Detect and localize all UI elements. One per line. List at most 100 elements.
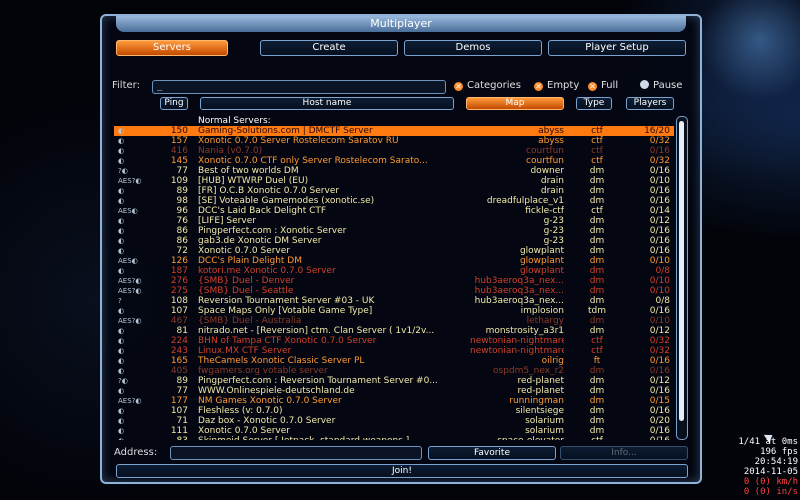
favorite-button[interactable]: Favorite bbox=[428, 446, 556, 460]
server-type: tdm bbox=[587, 306, 606, 316]
table-row[interactable]: ◐ 71 Daz box - Xonotic 0.7.0 Server solariu… bbox=[114, 416, 674, 426]
server-players: 0/10 bbox=[649, 316, 670, 326]
server-host-name: TheCamels Xonotic Classic Server PL bbox=[198, 356, 365, 366]
server-flags-icon: ◐ bbox=[118, 387, 125, 395]
server-flags-icon: ◐ bbox=[118, 237, 125, 245]
table-row[interactable]: ◐ 405 fwgamers.org votable server ospdm5_ne… bbox=[114, 366, 674, 376]
hud-line: 0 (0) km/h bbox=[743, 477, 798, 487]
multiplayer-window: Multiplayer Servers Create Demos Player … bbox=[100, 14, 702, 484]
server-flags-icon: ◐ bbox=[118, 357, 125, 365]
table-row[interactable]: AES◐ 126 DCC's Plain Delight DM glowplant dm… bbox=[114, 256, 674, 266]
server-type: ctf bbox=[572, 436, 622, 440]
table-row[interactable]: ◐ 165 TheCamels Xonotic Classic Server PL o… bbox=[114, 356, 674, 366]
server-map: courtfun bbox=[526, 146, 564, 156]
table-row[interactable]: AES?◐ 276 {SMB} Duel - Denver hub3aeroq3a_n… bbox=[114, 276, 674, 286]
server-flags-icon: ◐ bbox=[118, 267, 125, 275]
table-row[interactable]: AES?◐ 275 {SMB} Duel - Seattle hub3aeroq3a_… bbox=[114, 286, 674, 296]
table-row[interactable]: ?◐ 77 Best of two worlds DM downer dm 0/16 bbox=[114, 166, 674, 176]
server-map: hub3aeroq3a_nex... bbox=[474, 286, 564, 296]
server-host-name: DCC's Laid Back Delight CTF bbox=[198, 206, 327, 216]
tab-demos[interactable]: Demos bbox=[404, 40, 542, 56]
server-type: dm bbox=[589, 266, 605, 276]
column-host-name[interactable]: Host name bbox=[200, 97, 454, 110]
table-row[interactable]: ?◐ 89 Pingperfect.com : Reversion Tourname… bbox=[114, 376, 674, 386]
table-row[interactable]: ◐ 76 [LIFE] Server g-23 dm 0/12 bbox=[114, 216, 674, 226]
pause-checkbox[interactable]: Pause bbox=[640, 80, 682, 92]
checkbox-checked-icon: ✕ bbox=[534, 82, 543, 91]
table-row[interactable]: ◐ 111 Xonotic 0.7.0 Server solarium dm 0/16 bbox=[114, 426, 674, 436]
table-row[interactable]: ◐ 145 Xonotic 0.7.0 CTF only Server Rostel… bbox=[114, 156, 674, 166]
column-ping[interactable]: Ping bbox=[160, 97, 188, 110]
address-label: Address: bbox=[114, 447, 158, 458]
server-flags-icon: AES◐ bbox=[118, 207, 138, 215]
table-row[interactable]: AES?◐ 109 [HUB] WTWRP Duel (EU) drain dm 0/10 bbox=[114, 176, 674, 186]
table-row[interactable]: ◐ 107 Fleshless (v: 0.7.0) silentsiege dm 0/1… bbox=[114, 406, 674, 416]
table-row[interactable]: ◐ 77 WWW.Onlinespiele-deutschland.de red-pl… bbox=[114, 386, 674, 396]
server-type: dm bbox=[589, 316, 605, 326]
table-row[interactable]: AES◐ 96 DCC's Laid Back Delight CTF fickle-… bbox=[114, 206, 674, 216]
server-ping: 416 bbox=[170, 146, 188, 156]
table-row[interactable]: ◐ 107 Space Maps Only [Votable Game Type] i… bbox=[114, 306, 674, 316]
server-map: glowplant bbox=[519, 246, 564, 256]
table-row[interactable]: ◐ 72 Xonotic 0.7.0 Server glowplant dm 0/16 bbox=[114, 246, 674, 256]
table-row[interactable]: ◐83 Skinmeid Server [ Jetpack, standard w… bbox=[114, 436, 674, 440]
empty-checkbox[interactable]: ✕ Empty bbox=[534, 80, 579, 92]
scrollbar[interactable] bbox=[676, 116, 688, 440]
server-host-name: Xonotic 0.7.0 Server bbox=[198, 426, 290, 436]
server-ping: 81 bbox=[176, 326, 188, 336]
server-type: dm bbox=[589, 256, 605, 266]
server-map: oilrig bbox=[541, 356, 564, 366]
table-row[interactable]: ◐ 157 Xonotic 0.7.0 Server Rostelecom Sara… bbox=[114, 136, 674, 146]
server-players: 0/10 bbox=[649, 286, 670, 296]
server-list[interactable]: ◐ 150 Gaming-Solutions.com | DMCTF Server a… bbox=[114, 126, 674, 440]
join-button[interactable]: Join! bbox=[116, 464, 688, 478]
server-host-name: DCC's Plain Delight DM bbox=[198, 256, 303, 266]
server-ping: 276 bbox=[170, 276, 188, 286]
table-row[interactable]: AES?◐ 177 NM Games Xonotic 0.7.0 Server run… bbox=[114, 396, 674, 406]
table-row[interactable]: ◐ 187 kotori.me Xonotic 0.7.0 Server glowpl… bbox=[114, 266, 674, 276]
table-row[interactable]: ◐ 86 Pingperfect.com : Xonotic Server g-23 d… bbox=[114, 226, 674, 236]
table-row[interactable]: ◐ 243 Linux.MX CTF Server newtonian-nightma… bbox=[114, 346, 674, 356]
server-type: dm bbox=[589, 386, 605, 396]
server-players: 0/12 bbox=[649, 326, 670, 336]
server-type: dm bbox=[589, 276, 605, 286]
server-flags-icon: ◐ bbox=[118, 427, 125, 435]
info-button[interactable]: Info... bbox=[560, 446, 688, 460]
server-type: dm bbox=[589, 286, 605, 296]
server-flags-icon: AES◐ bbox=[118, 257, 138, 265]
tab-player-setup[interactable]: Player Setup bbox=[548, 40, 686, 56]
server-players: 0/16 bbox=[649, 246, 670, 256]
table-row[interactable]: AES?◐ 467 {SMB} Duel - Australia lethargy dm… bbox=[114, 316, 674, 326]
server-map: abyss bbox=[538, 136, 564, 146]
table-row[interactable]: ◐ 89 [FR] O.C.B Xonotic 0.7.0 Server drain d… bbox=[114, 186, 674, 196]
table-row[interactable]: ◐ 224 BHN of Tampa CTF Xonotic 0.7.0 Serve… bbox=[114, 336, 674, 346]
tab-servers[interactable]: Servers bbox=[116, 40, 228, 56]
table-row[interactable]: ? 108 Reversion Tournament Server #03 - UK… bbox=[114, 296, 674, 306]
table-row[interactable]: ◐ 86 gab3.de Xonotic DM Server g-23 dm 0/16 bbox=[114, 236, 674, 246]
server-type: ctf bbox=[591, 146, 603, 156]
column-players[interactable]: Players bbox=[626, 97, 674, 110]
table-row[interactable]: ◐ 81 nitrado.net - [Reversion] ctm. Clan S… bbox=[114, 326, 674, 336]
column-type[interactable]: Type bbox=[576, 97, 612, 110]
server-host-name: BHN of Tampa CTF Xonotic 0.7.0 Server bbox=[198, 336, 377, 346]
table-row[interactable]: ◐ 98 [SE] Voteable Gamemodes (xonotic.se) d… bbox=[114, 196, 674, 206]
server-players: 0/16 bbox=[649, 306, 670, 316]
server-players: 0/32 bbox=[649, 346, 670, 356]
server-map: newtonian-nightmare bbox=[470, 346, 564, 356]
tab-create[interactable]: Create bbox=[260, 40, 398, 56]
server-type: dm bbox=[589, 366, 605, 376]
table-row[interactable]: ◐ 150 Gaming-Solutions.com | DMCTF Server a… bbox=[114, 126, 674, 136]
server-host-name: [LIFE] Server bbox=[198, 216, 256, 226]
server-ping: 107 bbox=[170, 306, 188, 316]
table-row[interactable]: ◐ 416 Nania (v0.7.0) courtfun ctf 0/16 bbox=[114, 146, 674, 156]
filter-input[interactable]: _ bbox=[152, 80, 446, 94]
column-map[interactable]: Map bbox=[466, 97, 564, 110]
full-checkbox[interactable]: ✕ Full bbox=[588, 80, 618, 92]
server-host-name: Reversion Tournament Server #03 - UK bbox=[198, 296, 375, 306]
address-input[interactable] bbox=[170, 446, 422, 460]
scrollbar-thumb[interactable] bbox=[679, 121, 684, 421]
server-players: 0/32 bbox=[649, 156, 670, 166]
categories-checkbox[interactable]: ✕ Categories bbox=[454, 80, 521, 92]
server-host-name: Xonotic 0.7.0 Server Rostelecom Saratov … bbox=[198, 136, 399, 146]
server-players: 0/16 bbox=[649, 426, 670, 436]
